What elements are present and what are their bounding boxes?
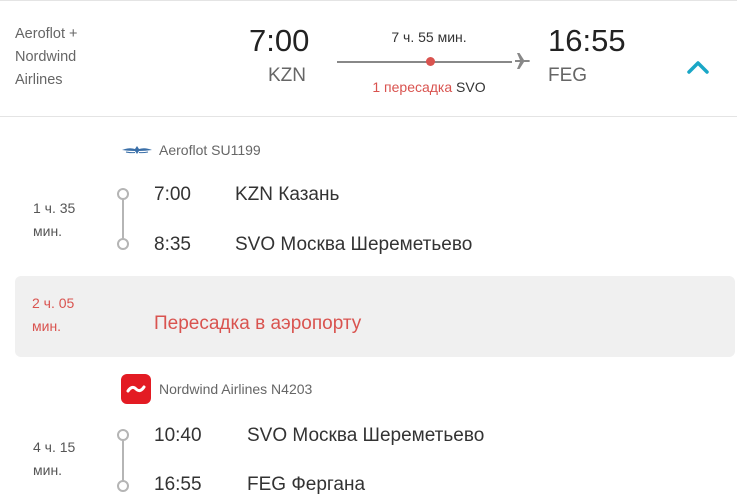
timeline-rail — [122, 440, 124, 484]
arrival-code: FEG — [548, 65, 588, 86]
transfer-count: 1 пересадка — [372, 79, 453, 95]
timeline-node — [117, 429, 129, 441]
segment-duration-minutes: мин. — [33, 462, 63, 478]
segment-duration-hours: 4 ч. 15 — [33, 439, 76, 455]
transfer-label: Пересадка в аэропорту — [154, 313, 362, 334]
nordwind-logo — [121, 374, 151, 404]
transfer-airport: SVO — [456, 79, 486, 95]
transfer-block: 2 ч. 05 мин. Пересадка в аэропорту — [15, 276, 735, 357]
timeline-node — [117, 480, 129, 492]
segment-duration-hours: 1 ч. 35 — [33, 200, 76, 216]
carrier-nordwind: Nordwind Airlines N4203 — [121, 374, 312, 404]
segment-duration-minutes: мин. — [33, 223, 63, 239]
transfer-duration-hours: 2 ч. 05 — [32, 295, 75, 311]
segment-arr-time: 16:55 — [154, 474, 202, 495]
segment-arr-place: SVO Москва Шереметьево — [235, 234, 473, 255]
segment-duration: 1 ч. 35 мин. — [33, 197, 93, 243]
segment-duration: 4 ч. 15 мин. — [33, 436, 93, 482]
carrier-label: Nordwind Airlines N4203 — [159, 381, 313, 397]
transfer-dot — [426, 57, 435, 66]
segment-dep-place: SVO Москва Шереметьево — [247, 425, 485, 446]
segment-arr-time: 8:35 — [154, 234, 191, 255]
flight-summary-header[interactable]: Aeroflot + Nordwind Airlines 7:00 KZN 7 … — [0, 0, 737, 117]
segment-dep-time: 10:40 — [154, 425, 202, 446]
carrier-aeroflot: Aeroflot SU1199 — [121, 140, 261, 160]
segment-arr-place: FEG Фергана — [247, 474, 366, 495]
aeroflot-logo — [122, 146, 152, 154]
transfer-duration: 2 ч. 05 мин. — [32, 292, 92, 338]
segment-dep-place: KZN Казань — [235, 184, 340, 205]
departure-time: 7:00 — [249, 23, 310, 58]
transfer-info: 1 пересадка SVO — [336, 79, 522, 95]
route-line — [337, 61, 512, 63]
timeline-node — [117, 188, 129, 200]
departure-code: KZN — [268, 65, 306, 86]
transfer-duration-minutes: мин. — [32, 318, 62, 334]
timeline-rail — [122, 198, 124, 240]
total-duration: 7 ч. 55 мин. — [391, 29, 467, 45]
carrier-label: Aeroflot SU1199 — [159, 142, 261, 158]
segment-dep-time: 7:00 — [154, 184, 191, 205]
arrival-time: 16:55 — [548, 23, 626, 58]
plane-icon — [515, 53, 530, 69]
airlines-label: Aeroflot + Nordwind Airlines — [15, 26, 78, 88]
timeline-node — [117, 238, 129, 250]
chevron-up-icon[interactable] — [683, 55, 713, 79]
